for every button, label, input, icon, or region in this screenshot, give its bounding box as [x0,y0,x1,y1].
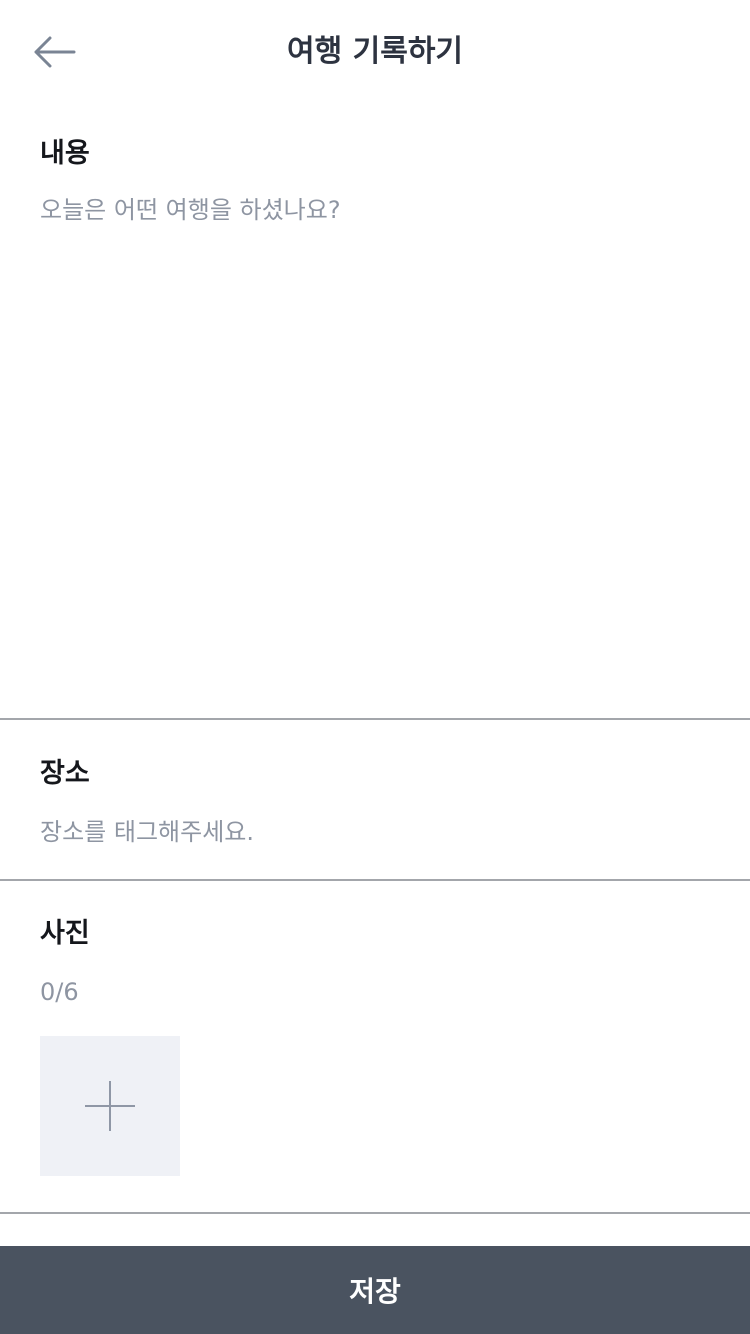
divider [0,1212,750,1214]
page: 여행 기록하기 내용 장소 장소를 태그해주세요. 사진 0/6 저장 [0,0,750,1334]
location-placeholder: 장소를 태그해주세요. [40,818,254,846]
location-label: 장소 [40,758,90,789]
add-photo-button[interactable] [40,1036,180,1176]
plus-icon [85,1081,135,1131]
divider [0,879,750,881]
page-title: 여행 기록하기 [286,34,464,69]
content-textarea[interactable] [40,192,710,692]
content-label: 내용 [40,138,90,169]
photos-label: 사진 [40,918,90,949]
header: 여행 기록하기 [0,0,750,104]
photo-count: 0/6 [40,978,79,1006]
save-button[interactable]: 저장 [0,1246,750,1334]
location-field[interactable]: 장소 장소를 태그해주세요. [0,720,750,880]
